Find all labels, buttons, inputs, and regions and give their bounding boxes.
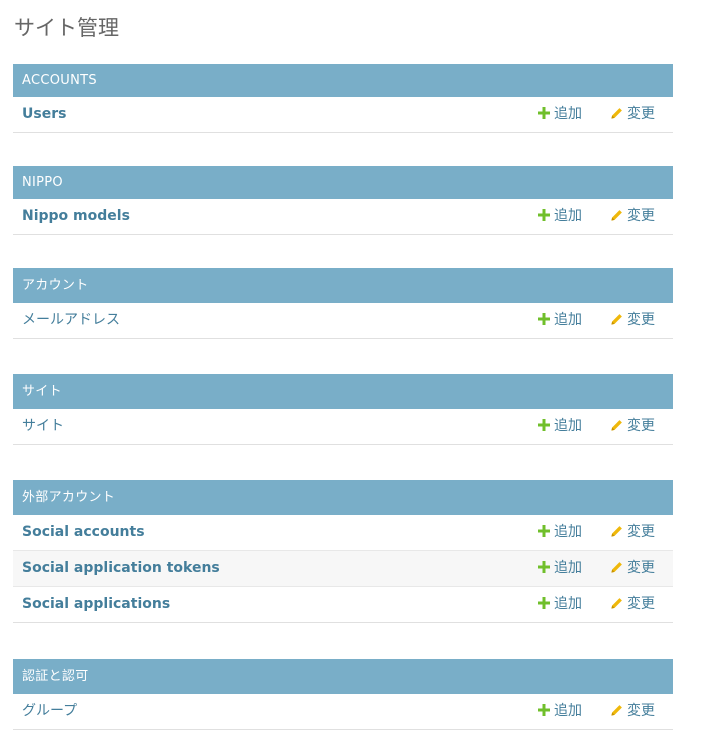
module-site: サイト サイト 追加 変更 xyxy=(13,374,673,445)
module-social-accounts: 外部アカウント Social accounts 追加 変更 Social app… xyxy=(13,480,673,623)
change-button[interactable]: 変更 xyxy=(610,303,655,337)
plus-icon xyxy=(538,107,550,119)
change-label: 変更 xyxy=(627,418,655,434)
module-header[interactable]: ACCOUNTS xyxy=(13,64,673,97)
module-auth: 認証と認可 グループ 追加 変更 xyxy=(13,659,673,730)
add-button[interactable]: 追加 xyxy=(538,199,582,233)
module-nippo: NIPPO Nippo models 追加 変更 xyxy=(13,166,673,235)
table-row: グループ 追加 変更 xyxy=(13,694,673,730)
change-label: 変更 xyxy=(627,312,655,328)
add-label: 追加 xyxy=(554,106,582,122)
model-link-social-application-tokens[interactable]: Social application tokens xyxy=(22,551,220,585)
module-header[interactable]: サイト xyxy=(13,374,673,409)
change-button[interactable]: 変更 xyxy=(610,515,655,549)
pencil-icon xyxy=(611,526,622,537)
module-header[interactable]: 外部アカウント xyxy=(13,480,673,515)
table-row: メールアドレス 追加 変更 xyxy=(13,303,673,339)
pencil-icon xyxy=(611,314,622,325)
table-row: Social accounts 追加 変更 xyxy=(13,515,673,551)
add-button[interactable]: 追加 xyxy=(538,515,582,549)
module-header[interactable]: アカウント xyxy=(13,268,673,303)
pencil-icon xyxy=(611,598,622,609)
add-button[interactable]: 追加 xyxy=(538,409,582,443)
change-button[interactable]: 変更 xyxy=(610,694,655,728)
add-button[interactable]: 追加 xyxy=(538,551,582,585)
plus-icon xyxy=(538,313,550,325)
module-header[interactable]: 認証と認可 xyxy=(13,659,673,694)
add-label: 追加 xyxy=(554,703,582,719)
model-link-group[interactable]: グループ xyxy=(22,694,77,728)
change-button[interactable]: 変更 xyxy=(610,97,655,131)
change-button[interactable]: 変更 xyxy=(610,199,655,233)
add-label: 追加 xyxy=(554,596,582,612)
pencil-icon xyxy=(611,562,622,573)
add-button[interactable]: 追加 xyxy=(538,97,582,131)
module-accounts: ACCOUNTS Users 追加 変更 xyxy=(13,64,673,133)
plus-icon xyxy=(538,419,550,431)
add-label: 追加 xyxy=(554,312,582,328)
module-account-jp: アカウント メールアドレス 追加 変更 xyxy=(13,268,673,339)
change-label: 変更 xyxy=(627,703,655,719)
table-row: Social applications 追加 変更 xyxy=(13,587,673,623)
change-label: 変更 xyxy=(627,208,655,224)
model-link-social-accounts[interactable]: Social accounts xyxy=(22,515,145,549)
add-label: 追加 xyxy=(554,208,582,224)
model-link-email-address[interactable]: メールアドレス xyxy=(22,303,120,337)
table-row: Users 追加 変更 xyxy=(13,97,673,133)
pencil-icon xyxy=(611,108,622,119)
model-link-social-applications[interactable]: Social applications xyxy=(22,587,170,621)
model-link-nippo-models[interactable]: Nippo models xyxy=(22,199,130,233)
add-button[interactable]: 追加 xyxy=(538,587,582,621)
change-button[interactable]: 変更 xyxy=(610,409,655,443)
plus-icon xyxy=(538,597,550,609)
model-link-users[interactable]: Users xyxy=(22,97,66,131)
table-row: Social application tokens 追加 変更 xyxy=(13,551,673,587)
add-label: 追加 xyxy=(554,418,582,434)
change-button[interactable]: 変更 xyxy=(610,551,655,585)
add-button[interactable]: 追加 xyxy=(538,694,582,728)
change-label: 変更 xyxy=(627,106,655,122)
plus-icon xyxy=(538,704,550,716)
add-label: 追加 xyxy=(554,560,582,576)
page-title: サイト管理 xyxy=(14,16,119,40)
pencil-icon xyxy=(611,705,622,716)
pencil-icon xyxy=(611,420,622,431)
table-row: Nippo models 追加 変更 xyxy=(13,199,673,235)
change-label: 変更 xyxy=(627,560,655,576)
module-header[interactable]: NIPPO xyxy=(13,166,673,199)
change-label: 変更 xyxy=(627,524,655,540)
pencil-icon xyxy=(611,210,622,221)
add-label: 追加 xyxy=(554,524,582,540)
plus-icon xyxy=(538,525,550,537)
model-link-site[interactable]: サイト xyxy=(22,409,64,443)
table-row: サイト 追加 変更 xyxy=(13,409,673,445)
add-button[interactable]: 追加 xyxy=(538,303,582,337)
change-button[interactable]: 変更 xyxy=(610,587,655,621)
plus-icon xyxy=(538,561,550,573)
plus-icon xyxy=(538,209,550,221)
change-label: 変更 xyxy=(627,596,655,612)
